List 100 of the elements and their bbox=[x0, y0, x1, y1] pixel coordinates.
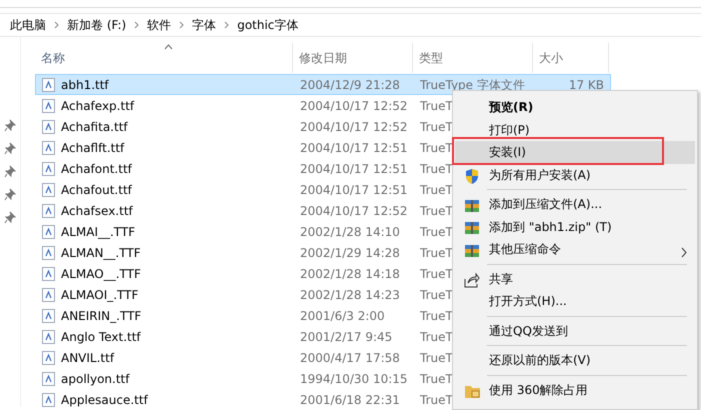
archive-icon bbox=[464, 198, 480, 214]
modified-date: 2002/1/28 14:18 bbox=[300, 266, 400, 280]
file-type: TrueT bbox=[420, 308, 453, 322]
pin-icon[interactable] bbox=[4, 142, 16, 155]
menu-item[interactable]: 通过QQ发送到 bbox=[455, 320, 695, 342]
file-size: 17 KB bbox=[568, 78, 604, 92]
modified-date: 2001/6/3 2:00 bbox=[300, 308, 385, 322]
menu-item[interactable]: 添加到 "abh1.zip" (T) bbox=[455, 216, 695, 238]
file-type: TrueT bbox=[420, 330, 453, 344]
file-type: TrueT bbox=[420, 266, 453, 280]
modified-date: 2004/12/9 21:28 bbox=[300, 78, 400, 92]
file-type: TrueT bbox=[420, 372, 453, 386]
font-file-icon bbox=[42, 98, 55, 112]
modified-date: 2002/1/28 14:10 bbox=[300, 224, 400, 238]
breadcrumb-item[interactable]: 软件 bbox=[147, 16, 172, 34]
file-name: Achafout.ttf bbox=[61, 182, 132, 198]
column-header[interactable]: 类型 bbox=[413, 43, 533, 73]
modified-date: 2002/1/28 14:23 bbox=[300, 288, 400, 302]
file-type: TrueT bbox=[420, 98, 453, 112]
font-file-icon bbox=[42, 288, 55, 302]
chevron-icon bbox=[224, 21, 230, 29]
file-name: Achafsex.ttf bbox=[61, 202, 133, 220]
modified-date: 2001/2/17 9:45 bbox=[300, 330, 392, 344]
font-file-icon bbox=[42, 350, 55, 364]
breadcrumb-item[interactable]: 字体 bbox=[192, 16, 216, 34]
file-row[interactable]: abh1.ttf 2004/12/9 21:28 TrueType 字体文件 17 KB bbox=[35, 74, 611, 95]
file-name: Achaflft.ttf bbox=[61, 140, 124, 156]
pin-icon[interactable] bbox=[4, 119, 16, 132]
file-type: TrueT bbox=[420, 246, 453, 260]
file-name: abh1.ttf bbox=[61, 76, 109, 94]
font-file-icon bbox=[42, 162, 55, 176]
file-type: TrueT bbox=[420, 392, 453, 406]
font-file-icon bbox=[42, 392, 55, 406]
breadcrumb-item[interactable]: 此电脑 bbox=[10, 16, 46, 34]
column-header[interactable]: 名称 bbox=[35, 43, 293, 73]
pin-icon[interactable] bbox=[4, 211, 16, 224]
folder-lock-icon bbox=[464, 383, 481, 400]
file-name: ANVIL.ttf bbox=[61, 350, 114, 366]
modified-date: 2002/1/29 14:28 bbox=[300, 246, 400, 260]
font-file-icon bbox=[42, 120, 55, 134]
file-name: ALMAOI_.TTF bbox=[61, 286, 138, 304]
font-file-icon bbox=[42, 140, 55, 154]
modified-date: 2004/10/17 12:52 bbox=[300, 120, 408, 134]
file-type: TrueT bbox=[420, 288, 453, 302]
file-name: Applesauce.ttf bbox=[61, 392, 148, 408]
modified-date: 2004/10/17 12:51 bbox=[300, 140, 408, 154]
menu-item[interactable]: 预览(R) bbox=[455, 96, 695, 118]
file-type: TrueT bbox=[420, 182, 453, 196]
menu-item[interactable]: 还原以前的版本(V) bbox=[455, 349, 695, 372]
font-file-icon bbox=[42, 372, 55, 386]
menu-item[interactable]: 打印(P) bbox=[455, 118, 695, 141]
file-name: ALMAI__.TTF bbox=[61, 224, 136, 240]
modified-date: 1994/10/30 10:15 bbox=[300, 372, 408, 386]
shield-icon bbox=[464, 168, 480, 185]
file-type: TrueT bbox=[420, 224, 453, 238]
chevron-icon bbox=[54, 21, 59, 29]
font-file-icon bbox=[42, 308, 55, 322]
breadcrumb-item[interactable]: 新加卷 (F:) bbox=[67, 16, 126, 34]
modified-date: 2004/10/17 12:51 bbox=[300, 182, 408, 196]
sort-ascending-icon bbox=[164, 44, 172, 50]
font-file-icon bbox=[42, 224, 55, 238]
archive-icon bbox=[464, 220, 480, 236]
archive-icon bbox=[464, 242, 480, 259]
font-file-icon bbox=[42, 266, 55, 280]
modified-date: 2004/10/17 12:52 bbox=[300, 98, 408, 112]
modified-date: 2001/6/18 22:31 bbox=[300, 392, 400, 406]
pin-icon[interactable] bbox=[4, 188, 16, 201]
file-type: TrueT bbox=[420, 162, 453, 176]
font-file-icon bbox=[42, 246, 55, 260]
modified-date: 2004/10/17 12:51 bbox=[300, 162, 408, 176]
file-name: ANEIRIN_.TTF bbox=[61, 308, 142, 324]
menu-item[interactable]: 打开方式(H)... bbox=[455, 290, 695, 312]
menu-item[interactable]: 为所有用户安装(A) bbox=[455, 164, 695, 186]
file-type: TrueT bbox=[420, 204, 453, 218]
file-type: TrueT bbox=[420, 140, 453, 154]
font-file-icon bbox=[42, 204, 55, 218]
file-name: Achafexp.ttf bbox=[61, 98, 134, 114]
chevron-icon bbox=[134, 21, 140, 29]
column-header[interactable]: 大小 bbox=[533, 43, 609, 73]
file-name: Achafita.ttf bbox=[61, 118, 128, 136]
modified-date: 2000/4/17 17:58 bbox=[300, 350, 400, 364]
font-file-icon bbox=[42, 78, 55, 92]
share-icon bbox=[464, 272, 480, 288]
menu-item[interactable]: 其他压缩命令 bbox=[455, 238, 695, 260]
file-type: TrueT bbox=[420, 350, 453, 364]
file-name: ALMAO__.TTF bbox=[61, 266, 141, 282]
menu-item[interactable]: 添加到压缩文件(A)... bbox=[455, 193, 695, 216]
chevron-icon bbox=[179, 21, 184, 29]
column-header[interactable]: 修改日期 bbox=[293, 43, 413, 73]
file-type: TrueType 字体文件 bbox=[420, 78, 525, 92]
file-name: Achafont.ttf bbox=[61, 160, 132, 178]
breadcrumb-item[interactable]: gothic字体 bbox=[237, 16, 298, 34]
font-file-icon bbox=[42, 330, 55, 344]
pin-icon[interactable] bbox=[4, 165, 16, 178]
font-file-icon bbox=[42, 182, 55, 196]
file-name: Anglo Text.ttf bbox=[61, 328, 141, 346]
file-name: apollyon.ttf bbox=[61, 370, 130, 388]
menu-item[interactable]: 共享 bbox=[455, 268, 695, 290]
menu-item[interactable]: 使用 360解除占用 bbox=[455, 378, 695, 401]
file-type: TrueT bbox=[420, 120, 453, 134]
